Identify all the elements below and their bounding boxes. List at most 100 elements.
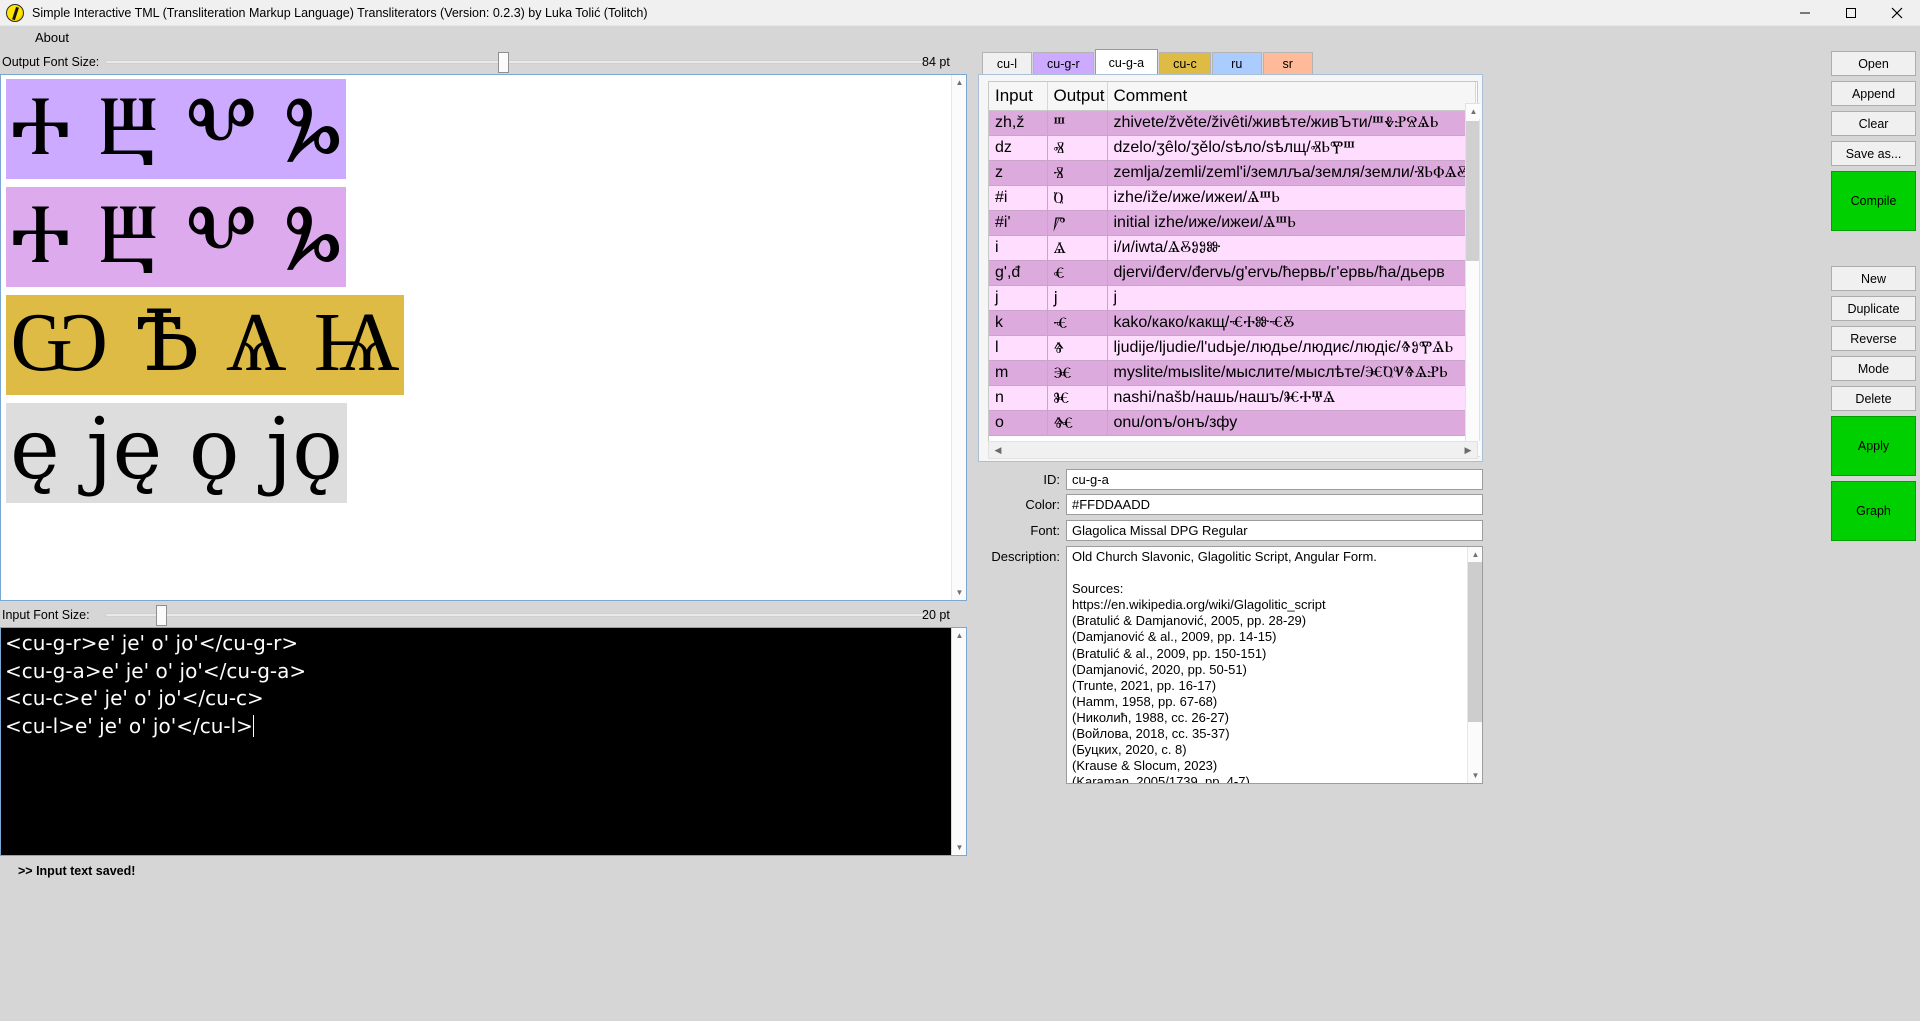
cell-input[interactable]: zh,ž (989, 110, 1048, 136)
open-button[interactable]: Open (1831, 51, 1916, 76)
table-row[interactable]: z Ⱐzemlja/zemli/zeml'i/землља/земля/земли… (989, 160, 1476, 186)
cell-output[interactable]: Ⱏ (1047, 135, 1108, 161)
output-scrollbar[interactable]: ▲ ▼ (951, 75, 966, 600)
cell-input[interactable]: n (989, 385, 1048, 411)
duplicate-button[interactable]: Duplicate (1831, 296, 1916, 321)
table-row[interactable]: jjj (989, 285, 1476, 311)
cell-comment[interactable]: zhivete/žvěte/živêti/живѣте/живЪти/ⰞⰇⰐⰔⰡ… (1107, 110, 1476, 136)
maximize-button[interactable] (1828, 0, 1874, 26)
scroll-down-icon[interactable]: ▼ (952, 585, 966, 600)
cell-comment[interactable]: nashi/našb/нашь/нашъ/ⰨⰀⰛⰡ (1107, 385, 1476, 411)
cell-input[interactable]: k (989, 310, 1048, 336)
output-font-size-handle[interactable] (498, 52, 509, 73)
cell-comment[interactable]: myslite/mыslite/мыслите/мыслѣте/ⰧⰢⰜⰦⰡⰐⰓ (1107, 360, 1476, 386)
cell-input[interactable]: j (989, 285, 1048, 311)
append-button[interactable]: Append (1831, 81, 1916, 106)
column-header[interactable]: Input (989, 82, 1048, 111)
cell-input[interactable]: m (989, 360, 1048, 386)
cell-output[interactable]: Ⱗ (1047, 360, 1108, 386)
cell-input[interactable]: l (989, 335, 1048, 361)
cell-comment[interactable]: ljudije/ljudie/l'udьje/людье/людиє/людіє… (1107, 335, 1476, 361)
table-row[interactable]: zh,ž Ⱎzhivete/žvěte/živêti/живѣте/живЪти/… (989, 110, 1476, 136)
cell-output[interactable]: Ⱎ (1047, 110, 1108, 136)
column-header[interactable]: Output (1047, 82, 1108, 111)
table-row[interactable]: m Ⱗmyslite/mыslite/мыслите/мыслѣте/ⰧⰢⰜⰦⰡⰐ… (989, 360, 1476, 386)
cell-input[interactable]: dz (989, 135, 1048, 161)
cell-input[interactable]: o (989, 410, 1048, 436)
reverse-button[interactable]: Reverse (1831, 326, 1916, 351)
cell-output[interactable]: Ⱙ (1047, 410, 1108, 436)
new-button[interactable]: New (1831, 266, 1916, 291)
cell-output[interactable]: Ⱘ (1047, 385, 1108, 411)
description-field[interactable]: Old Church Slavonic, Glagolitic Script, … (1066, 546, 1483, 784)
description-scroll-down-icon[interactable]: ▼ (1468, 768, 1482, 783)
table-row[interactable]: k Ⱕkako/како/какщ/ⰥⰀⰖⰥⰋ (989, 310, 1476, 336)
delete-button[interactable]: Delete (1831, 386, 1916, 411)
cell-comment[interactable]: i/и/iwta/ⰡⰋⰑⰑⰖ (1107, 235, 1476, 261)
table-row[interactable]: n Ⱘnashi/našb/нашь/нашъ/ⰨⰀⰛⰡ (989, 385, 1476, 411)
cell-output[interactable]: Ⱖ (1047, 335, 1108, 361)
cell-output[interactable]: Ⱓ (1047, 210, 1108, 236)
graph-button[interactable]: Graph (1831, 481, 1916, 541)
input-font-size-handle[interactable] (156, 605, 167, 626)
description-scrollbar[interactable]: ▲ ▼ (1467, 547, 1482, 783)
cell-comment[interactable]: initial izhe/иже/ижеи/ⰡⰞⰓ (1107, 210, 1476, 236)
close-button[interactable] (1874, 0, 1920, 26)
cell-input[interactable]: #i' (989, 210, 1048, 236)
cell-input[interactable]: g',đ (989, 260, 1048, 286)
table-row[interactable]: i Ⱑi/и/iwta/ⰡⰋⰑⰑⰖ (989, 235, 1476, 261)
cell-output[interactable]: Ⱕ (1047, 310, 1108, 336)
tab-cu-l[interactable]: cu-l (982, 52, 1032, 75)
cell-comment[interactable]: onu/onъ/онъ/зфу (1107, 410, 1476, 436)
cell-comment[interactable]: djervi/đerv/đervь/g'ervь/ћервь/г'ервь/ћа… (1107, 260, 1476, 286)
cell-output[interactable]: Ⱐ (1047, 160, 1108, 186)
rules-table-viewport[interactable]: Input Output Comment zh,ž Ⱎzhivete/žvěte/ži… (988, 81, 1478, 457)
id-field[interactable]: cu-g-a (1066, 469, 1483, 490)
apply-button[interactable]: Apply (1831, 416, 1916, 476)
cell-comment[interactable]: j (1107, 285, 1476, 311)
description-scroll-up-icon[interactable]: ▲ (1468, 547, 1482, 562)
scroll-up-icon[interactable]: ▲ (952, 75, 966, 90)
table-row[interactable]: dz Ⱏdzelo/ʒêlo/ʒělo/sѣло/sѣлщ/ⰟⰓⰉⰞ (989, 135, 1476, 161)
column-header[interactable]: Comment (1107, 82, 1476, 111)
tab-sr[interactable]: sr (1262, 52, 1313, 75)
input-scrollbar[interactable]: ▲ ▼ (951, 628, 966, 855)
tab-cu-g-a[interactable]: cu-g-a (1094, 49, 1159, 75)
tab-cu-g-r[interactable]: cu-g-r (1033, 52, 1094, 75)
cell-output[interactable]: Ⱑ (1047, 235, 1108, 261)
table-row[interactable]: l Ⱖljudije/ljudie/l'udьje/людье/людиє/люд… (989, 335, 1476, 361)
clear-button[interactable]: Clear (1831, 111, 1916, 136)
table-scroll-right-icon[interactable]: ▶ (1459, 442, 1477, 458)
rules-table-horizontal-scrollbar[interactable]: ◀ ▶ (988, 441, 1478, 459)
table-scroll-thumb[interactable] (1466, 121, 1479, 261)
color-field[interactable]: #FFDDAADD (1066, 494, 1483, 515)
tab-cu-c[interactable]: cu-c (1159, 52, 1211, 75)
table-row[interactable]: #i Ⱒizhe/iže/иже/ижеи/ⰡⰞⰓ (989, 185, 1476, 211)
cell-comment[interactable]: dzelo/ʒêlo/ʒělo/sѣло/sѣлщ/ⰟⰓⰉⰞ (1107, 135, 1476, 161)
save-as-button[interactable]: Save as... (1831, 141, 1916, 166)
input-scroll-down-icon[interactable]: ▼ (952, 840, 966, 855)
minimize-button[interactable] (1782, 0, 1828, 26)
cell-comment[interactable]: zemlja/zemli/zeml'i/землља/земля/земли/Ⱐ… (1107, 160, 1476, 186)
menu-item-about[interactable]: About (29, 28, 75, 47)
input-font-size-slider[interactable] (105, 605, 929, 626)
tab-ru[interactable]: ru (1211, 52, 1262, 75)
table-row[interactable]: o Ⱙonu/onъ/онъ/зфу (989, 410, 1476, 436)
cell-comment[interactable]: kako/како/какщ/ⰥⰀⰖⰥⰋ (1107, 310, 1476, 336)
input-scroll-up-icon[interactable]: ▲ (952, 628, 966, 643)
cell-input[interactable]: i (989, 235, 1048, 261)
cell-input[interactable]: #i (989, 185, 1048, 211)
cell-output[interactable]: j (1047, 285, 1108, 311)
cell-comment[interactable]: izhe/iže/иже/ижеи/ⰡⰞⰓ (1107, 185, 1476, 211)
table-row[interactable]: #i' Ⱓinitial izhe/иже/ижеи/ⰡⰞⰓ (989, 210, 1476, 236)
mode-button[interactable]: Mode (1831, 356, 1916, 381)
table-row[interactable]: g',đ Ⱔdjervi/đerv/đervь/g'ervь/ћервь/г'ер… (989, 260, 1476, 286)
font-field[interactable]: Glagolica Missal DPG Regular (1066, 520, 1483, 541)
output-preview-area[interactable]: Ⰰ Ⰱ Ⰲ ⰃⰀ Ⰱ Ⰲ ⰃѠ Ѣ Ѧ Ѩę ję ǫ jǫ ▲ ▼ (0, 74, 967, 601)
cell-input[interactable]: z (989, 160, 1048, 186)
cell-output[interactable]: Ⱔ (1047, 260, 1108, 286)
description-scroll-thumb[interactable] (1468, 562, 1482, 722)
compile-button[interactable]: Compile (1831, 171, 1916, 231)
table-scroll-up-icon[interactable]: ▲ (1466, 104, 1481, 119)
table-scroll-left-icon[interactable]: ◀ (989, 442, 1007, 458)
